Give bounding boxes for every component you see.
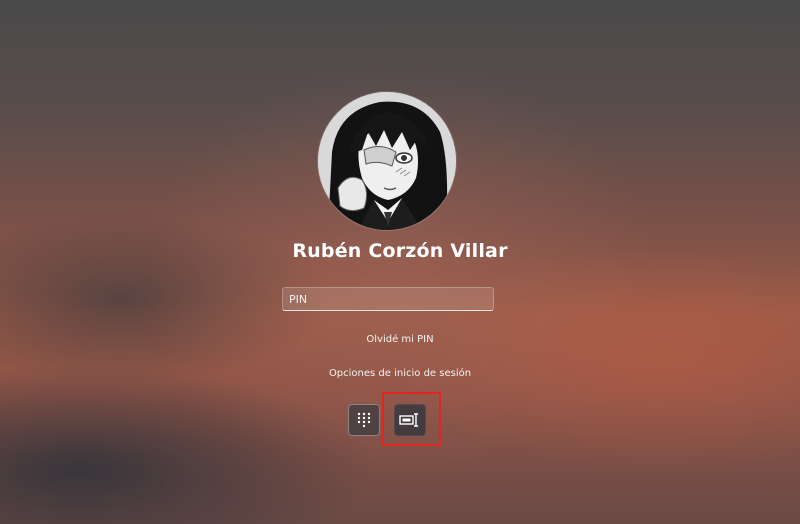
avatar-image <box>318 92 456 230</box>
user-avatar <box>318 92 456 230</box>
pin-input[interactable] <box>282 287 494 311</box>
signin-options-link[interactable]: Opciones de inicio de sesión <box>0 368 800 379</box>
forgot-pin-link[interactable]: Olvidé mi PIN <box>0 334 800 345</box>
user-name: Rubén Corzón Villar <box>292 240 508 262</box>
keypad-icon <box>357 412 371 428</box>
highlight-annotation <box>382 392 441 446</box>
lock-screen: Rubén Corzón Villar Olvidé mi PIN Opcion… <box>0 0 800 524</box>
pin-signin-button[interactable] <box>348 404 380 436</box>
